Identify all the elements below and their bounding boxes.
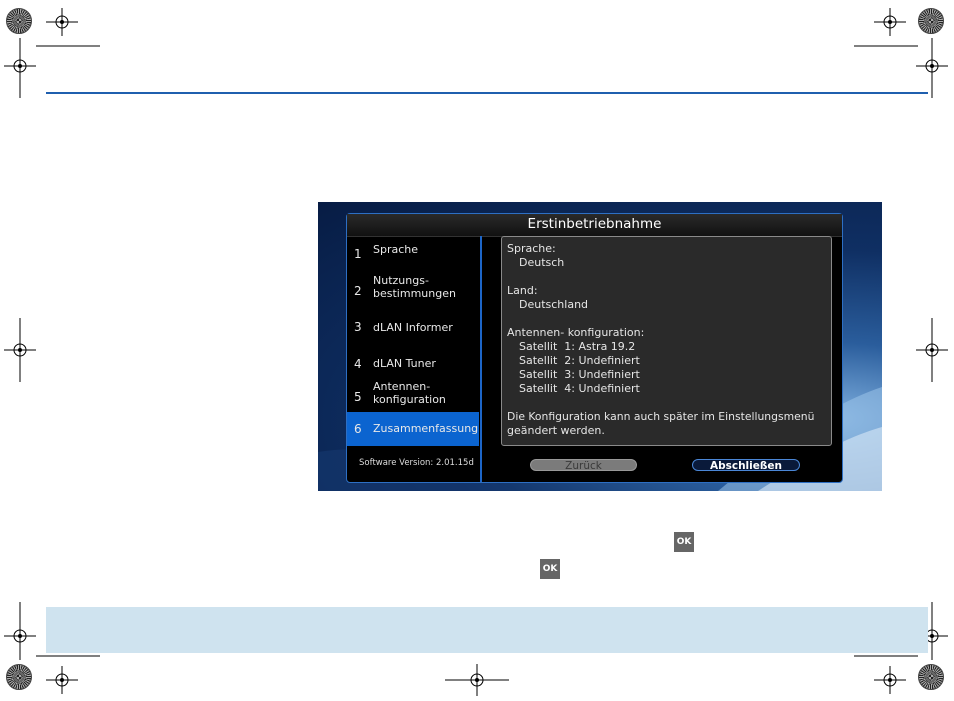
step-item-dlan-informer[interactable]: 3 dLAN Informer bbox=[347, 308, 479, 344]
back-button[interactable]: Zurück bbox=[530, 459, 637, 472]
step-item-dlan-tuner[interactable]: 4 dLAN Tuner bbox=[347, 344, 479, 380]
step-label: dLAN Informer bbox=[373, 321, 453, 334]
column-divider bbox=[480, 236, 482, 482]
country-label: Land: bbox=[507, 284, 538, 297]
satellite-3: Satellit 3: Undefiniert bbox=[519, 368, 640, 381]
country-value: Deutschland bbox=[519, 298, 589, 311]
step-item-nutzungsbestimmungen[interactable]: 2 Nutzungs- bestimmungen bbox=[347, 272, 479, 308]
ok-key-icon: OK bbox=[674, 532, 694, 552]
satellite-2: Satellit 2: Undefiniert bbox=[519, 354, 640, 367]
step-number: 3 bbox=[354, 320, 362, 334]
step-item-antennenkonfiguration[interactable]: 5 Antennen- konfiguration bbox=[347, 380, 479, 412]
software-version: Software Version: 2.01.15d bbox=[359, 458, 474, 468]
step-label: Sprache bbox=[373, 243, 419, 256]
step-label: dLAN Tuner bbox=[373, 357, 436, 370]
dialog-title: Erstinbetriebnahme bbox=[347, 214, 842, 237]
step-item-sprache[interactable]: 1 Sprache bbox=[347, 236, 479, 272]
step-number: 2 bbox=[354, 284, 362, 298]
step-label: Nutzungs- bestimmungen bbox=[373, 274, 456, 300]
satellite-4: Satellit 4: Undefiniert bbox=[519, 382, 640, 395]
satellite-1: Satellit 1: Astra 19.2 bbox=[519, 340, 636, 353]
language-value: Deutsch bbox=[519, 256, 565, 269]
language-label: Sprache: bbox=[507, 242, 556, 255]
summary-panel: Sprache: Deutsch Land: Deutschland Anten… bbox=[501, 236, 832, 446]
note-line-1: Die Konfiguration kann auch später im Ei… bbox=[507, 410, 815, 423]
footer-band bbox=[46, 607, 928, 653]
step-label: Antennen- konfiguration bbox=[373, 380, 446, 406]
steps-list: 1 Sprache 2 Nutzungs- bestimmungen 3 dLA… bbox=[347, 236, 480, 482]
antenna-label: Antennen- konfiguration: bbox=[507, 326, 645, 339]
finish-button[interactable]: Abschließen bbox=[692, 459, 800, 472]
step-number: 5 bbox=[354, 390, 362, 404]
step-label: Zusammenfassung bbox=[373, 422, 479, 435]
step-item-zusammenfassung[interactable]: 6 Zusammenfassung bbox=[347, 412, 479, 446]
setup-dialog: Erstinbetriebnahme 1 Sprache 2 Nutzungs-… bbox=[346, 213, 843, 483]
step-number: 6 bbox=[354, 422, 362, 436]
header-rule bbox=[46, 92, 928, 94]
step-number: 4 bbox=[354, 357, 362, 371]
step-number: 1 bbox=[354, 247, 362, 261]
ok-key-icon: OK bbox=[540, 559, 560, 579]
note-line-2: geändert werden. bbox=[507, 424, 605, 437]
